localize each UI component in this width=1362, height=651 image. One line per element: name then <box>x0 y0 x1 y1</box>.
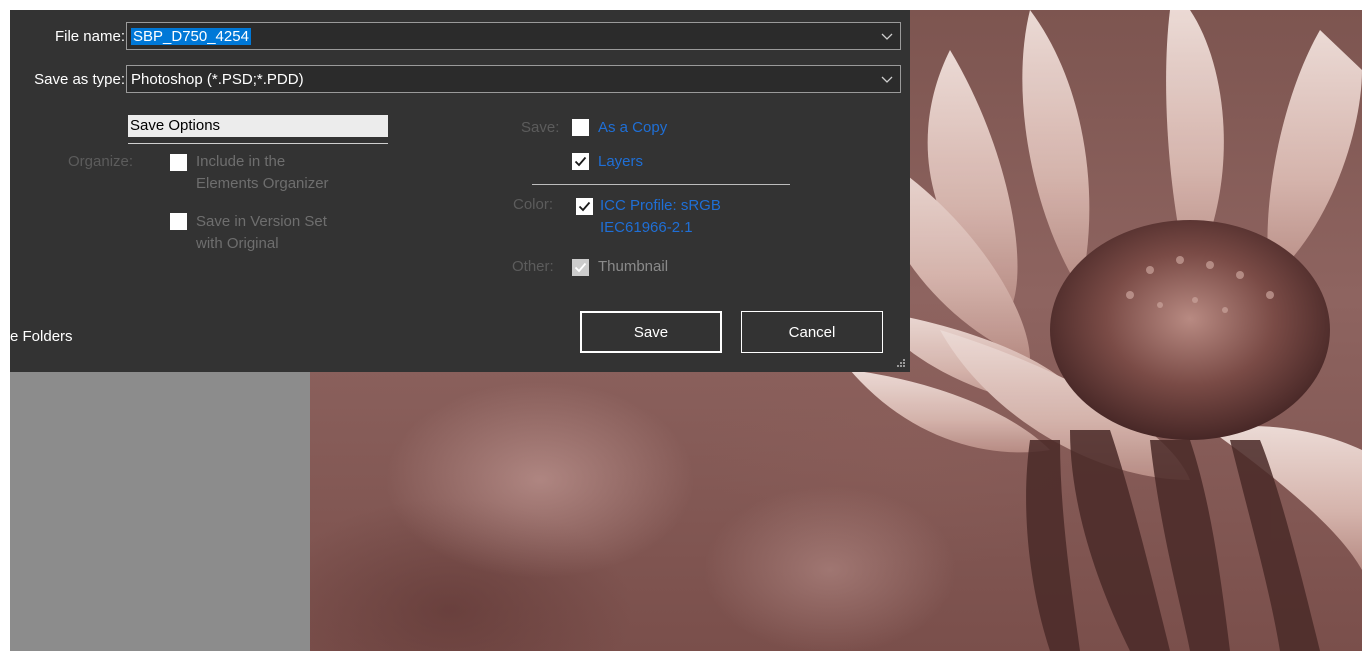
include-organizer-checkbox[interactable] <box>170 154 187 171</box>
file-name-input[interactable]: SBP_D750_4254 <box>131 27 251 45</box>
thumbnail-label: Thumbnail <box>598 258 669 275</box>
save-color-divider <box>532 184 790 185</box>
checkmark-icon <box>574 262 587 273</box>
color-group-label: Color: <box>513 196 554 213</box>
version-set-checkbox[interactable] <box>170 213 187 230</box>
save-as-type-value: Photoshop (*.PSD;*.PDD) <box>131 70 304 88</box>
layers-label[interactable]: Layers <box>598 152 643 172</box>
include-organizer-line2: Elements Organizer <box>196 175 329 192</box>
cancel-button[interactable]: Cancel <box>741 311 883 353</box>
icc-profile-line1[interactable]: ICC Profile: sRGB <box>600 196 721 216</box>
resize-grip-icon[interactable] <box>896 358 906 368</box>
layers-checkbox[interactable] <box>572 153 589 170</box>
file-name-label: File name: <box>54 28 125 45</box>
as-a-copy-checkbox[interactable] <box>572 119 589 136</box>
save-button[interactable]: Save <box>580 311 722 353</box>
version-set-line2: with Original <box>196 235 279 252</box>
version-set-line1: Save in Version Set <box>196 213 327 230</box>
save-as-dialog: File name: SBP_D750_4254 Save as type: P… <box>10 10 910 372</box>
organize-label: Organize: <box>68 153 134 170</box>
hide-folders-toggle[interactable]: e Folders <box>10 328 73 345</box>
other-group-label: Other: <box>512 258 554 275</box>
checkmark-icon <box>578 201 591 212</box>
save-as-type-select[interactable]: Photoshop (*.PSD;*.PDD) <box>126 65 901 93</box>
chevron-down-icon[interactable] <box>880 29 894 43</box>
chevron-down-icon[interactable] <box>880 72 894 86</box>
icc-profile-checkbox[interactable] <box>576 198 593 215</box>
file-name-combobox[interactable]: SBP_D750_4254 <box>126 22 901 50</box>
include-organizer-line1: Include in the <box>196 153 286 170</box>
icc-profile-line2[interactable]: IEC61966-2.1 <box>600 218 693 238</box>
as-a-copy-label[interactable]: As a Copy <box>598 118 667 138</box>
save-as-type-label: Save as type: <box>34 71 125 88</box>
save-options-divider <box>128 143 388 144</box>
checkmark-icon <box>574 156 587 167</box>
save-options-heading: Save Options <box>128 115 388 137</box>
save-group-label: Save: <box>521 119 560 136</box>
thumbnail-checkbox[interactable] <box>572 259 589 276</box>
